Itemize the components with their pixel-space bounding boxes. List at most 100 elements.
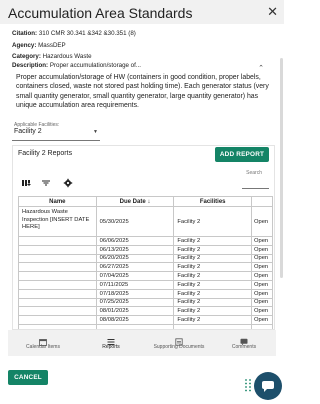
facility-cell: Facility 2 [173,279,252,290]
nav-comments[interactable]: Comments [211,330,277,356]
agency-row: Agency: MassDEP [12,42,66,49]
facility-cell: Facility 2 [173,206,252,237]
table-row[interactable]: 08/01/2025 Facility 2 Open [18,306,274,317]
report-name-cell[interactable] [18,236,97,246]
columns-icon[interactable] [21,178,31,188]
nav-calendar-items[interactable]: Calendar Items [10,330,76,356]
report-name-cell[interactable] [18,306,97,317]
facility-cell: Facility 2 [173,315,252,325]
table-header-row: Name Due Date ↓ Facilities [18,196,274,207]
status-cell: Open [250,288,274,299]
due-date-cell: 06/20/2025 [95,253,175,264]
column-header-facilities[interactable]: Facilities [173,196,252,207]
column-header-status [250,196,274,207]
due-date-cell: 08/08/2025 [95,315,175,325]
table-row[interactable]: 06/20/2025 Facility 2 Open [18,253,274,264]
status-cell: Open [250,297,274,308]
agency-value: MassDEP [38,42,66,49]
chat-bubble-icon [262,381,274,392]
report-name-cell[interactable] [18,244,97,255]
table-row[interactable]: Hazardous Waste Inspection [INSERT DATE … [18,206,274,237]
table-row[interactable]: 07/04/2025 Facility 2 Open [18,271,274,281]
bottom-nav: Calendar Items Reports Supporting Docume… [8,330,276,356]
nav-reports[interactable]: Reports [78,330,144,356]
nav-supporting-documents[interactable]: Supporting Documents [146,330,212,356]
report-name-cell[interactable] [18,279,97,290]
agency-label: Agency: [12,42,37,49]
facility-cell: Facility 2 [173,262,252,273]
drag-handle-icon[interactable] [244,378,252,392]
reports-icon [107,333,115,345]
facility-cell: Facility 2 [173,297,252,308]
chevron-up-icon[interactable]: ⌃ [258,64,264,72]
due-date-cell: 06/13/2025 [95,244,175,255]
status-cell: Open [250,306,274,317]
status-cell: Open [250,271,274,281]
table-row[interactable]: 07/11/2025 Facility 2 Open [18,279,274,290]
facility-cell: Facility 2 [173,253,252,264]
due-date-cell: 06/06/2025 [95,236,175,246]
scrollbar[interactable] [280,58,283,278]
reports-title: Facility 2 Reports [18,150,73,157]
citation-value: 310 CMR 30.341 &342 &30.351 (8) [38,30,136,37]
facility-select[interactable]: Facility 2 ▼ [12,128,100,141]
modal-header: Accumulation Area Standards ✕ [0,0,284,24]
sort-arrow-down-icon[interactable]: ↓ [147,199,150,205]
report-name-cell[interactable] [18,271,97,281]
due-date-cell: 07/18/2025 [95,288,175,299]
facility-cell: Facility 2 [173,244,252,255]
filter-icon[interactable] [41,178,51,188]
table-row[interactable]: 06/27/2025 Facility 2 Open [18,262,274,273]
due-date-cell: 07/11/2025 [95,279,175,290]
table-row[interactable]: 07/18/2025 Facility 2 Open [18,288,274,299]
status-cell: Open [250,206,274,237]
page-title: Accumulation Area Standards [8,5,193,21]
facility-cell: Facility 2 [173,288,252,299]
calendar-icon [39,333,47,346]
report-name-cell[interactable] [18,297,97,308]
nav-label-supporting-documents: Supporting Documents [153,344,205,350]
cancel-button[interactable]: CANCEL [8,370,48,385]
comments-icon [240,333,248,346]
status-cell: Open [250,244,274,255]
reports-panel: Facility 2 Reports ADD REPORT Search Nam… [12,145,275,330]
status-cell: Open [250,253,274,264]
table-row[interactable]: 08/08/2025 Facility 2 Open [18,315,274,325]
facility-cell: Facility 2 [173,306,252,317]
table-row[interactable]: 06/06/2025 Facility 2 Open [18,236,274,246]
facility-cell: Facility 2 [173,236,252,246]
table-row[interactable]: 06/13/2025 Facility 2 Open [18,244,274,255]
column-header-name[interactable]: Name [18,196,97,207]
category-label: Category: [12,53,41,60]
category-row: Category: Hazardous Waste [12,53,92,60]
status-cell: Open [250,315,274,325]
due-date-cell: 07/04/2025 [95,271,175,281]
citation-row: Citation: 310 CMR 30.341 &342 &30.351 (8… [12,30,136,37]
category-value: Hazardous Waste [42,53,92,60]
search-input[interactable] [242,188,269,189]
chat-button[interactable] [254,372,282,400]
column-header-due-date[interactable]: Due Date ↓ [95,196,175,207]
facility-cell: Facility 2 [173,271,252,281]
report-name-cell[interactable] [18,262,97,273]
description-row[interactable]: Description: Proper accumulation/storage… [12,62,141,69]
documents-icon [175,333,183,346]
add-report-button[interactable]: ADD REPORT [215,147,269,162]
due-date-cell: 05/30/2025 [95,206,175,237]
status-cell: Open [250,236,274,246]
table-row[interactable]: 07/25/2025 Facility 2 Open [18,297,274,308]
description-text: Proper accumulation/storage of HW (conta… [16,74,269,110]
status-cell: Open [250,279,274,290]
due-date-header-label: Due Date [119,198,146,205]
report-name-cell[interactable] [18,288,97,299]
report-name-cell[interactable] [18,253,97,264]
reports-table: Name Due Date ↓ Facilities Hazardous Was… [18,196,274,329]
search-label: Search [246,170,262,176]
nav-label-reports: Reports [102,344,120,350]
settings-gear-icon[interactable] [63,178,73,188]
chevron-down-icon: ▼ [93,129,98,135]
report-name-cell[interactable]: Hazardous Waste Inspection [INSERT DATE … [18,206,97,237]
citation-label: Citation: [12,30,38,37]
report-name-cell[interactable] [18,315,97,325]
close-icon[interactable]: ✕ [267,4,278,20]
